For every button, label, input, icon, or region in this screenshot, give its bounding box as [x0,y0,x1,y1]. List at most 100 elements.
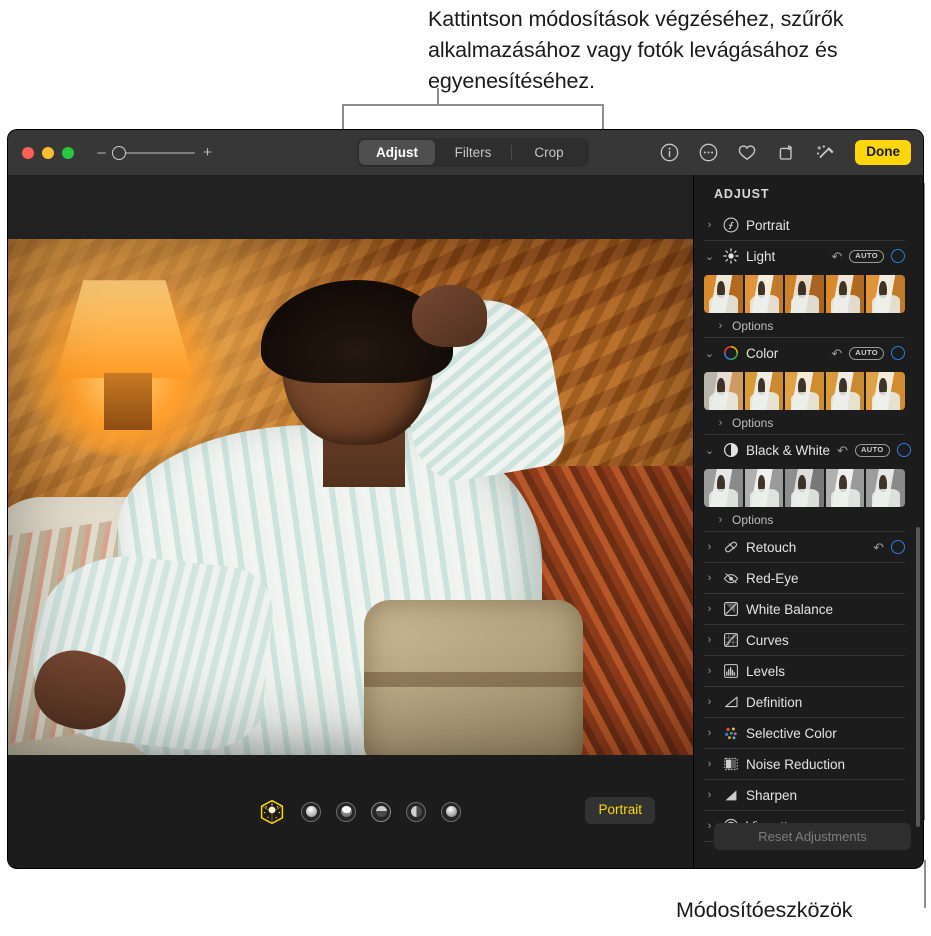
rotate-icon[interactable] [775,142,797,164]
zoom-slider-line [117,151,195,154]
chevron-right-icon[interactable]: › [704,665,715,677]
stage-light-icon[interactable] [371,801,391,822]
thumbnail[interactable] [866,372,905,410]
thumbnail[interactable] [825,372,865,410]
auto-button[interactable]: AUTO [849,346,884,360]
zoom-button[interactable] [62,146,74,159]
high-key-light-icon[interactable] [441,801,461,822]
sidebar-item-levels[interactable]: › Levels [704,655,905,686]
chevron-right-icon[interactable]: › [704,758,715,770]
chevron-down-icon[interactable]: ⌄ [704,347,715,360]
sidebar-item-sharpen[interactable]: › Sharpen [704,779,905,810]
studio-light-icon[interactable] [301,801,321,822]
thumbnail[interactable] [866,275,905,313]
thumbnail[interactable] [744,469,784,507]
sidebar-item-red-eye[interactable]: › Red-Eye [704,562,905,593]
sidebar-item-label: Levels [746,663,786,679]
enable-toggle-knob[interactable] [896,443,911,457]
sidebar-item-noise-reduction[interactable]: › Noise Reduction [704,748,905,779]
color-options-toggle[interactable]: › Options [704,412,905,434]
curves-icon [722,632,739,649]
minimize-button[interactable] [42,146,54,159]
chevron-right-icon[interactable]: › [704,634,715,646]
thumbnail[interactable] [825,275,865,313]
sidebar-item-label: Selective Color [746,725,837,741]
stage-light-mono-icon[interactable] [406,801,426,822]
sidebar-item-portrait[interactable]: › Portrait [704,210,905,240]
zoom-out-icon[interactable]: – [96,145,107,160]
sidebar-scrollbar[interactable] [916,527,920,827]
tab-crop[interactable]: Crop [511,140,587,165]
thumbnail[interactable] [785,372,824,410]
thumbnail[interactable] [785,275,824,313]
chevron-right-icon[interactable]: › [704,541,715,553]
done-button[interactable]: Done [855,140,911,165]
edited-photo[interactable] [8,239,693,755]
sidebar-item-curves[interactable]: › Curves [704,624,905,655]
thumbnail[interactable] [744,275,784,313]
tab-adjust[interactable]: Adjust [359,140,435,165]
sidebar-item-retouch[interactable]: › Retouch ↶ [704,531,905,562]
light-variant-thumbnails[interactable] [704,275,905,313]
color-variant-thumbnails[interactable] [704,372,905,410]
contour-light-icon[interactable] [336,801,356,822]
auto-button[interactable]: AUTO [854,443,890,457]
natural-light-cube-icon[interactable] [258,798,286,826]
chevron-right-icon[interactable]: › [704,572,715,584]
reset-undo-icon[interactable]: ↶ [873,541,884,554]
sidebar-item-black-and-white[interactable]: ⌄ Black & White ↶ AUTO [704,434,911,465]
mode-segmented-control[interactable]: Adjust Filters Crop [357,138,589,167]
sidebar-item-light[interactable]: ⌄ Light ↶ AUTO [704,240,905,271]
close-button[interactable] [22,146,34,159]
chevron-right-icon[interactable]: › [704,696,715,708]
portrait-mode-badge[interactable]: Portrait [585,797,655,824]
chevron-down-icon[interactable]: ⌄ [704,444,715,457]
enable-toggle-knob[interactable] [891,540,905,554]
sidebar-item-selective-color[interactable]: › Selective Color [704,717,905,748]
sidebar-item-label: White Balance [746,601,834,617]
chevron-down-icon[interactable]: ⌄ [704,250,715,263]
more-options-icon[interactable] [697,142,719,164]
chevron-right-icon[interactable]: › [715,417,726,429]
bw-variant-thumbnails[interactable] [704,469,905,507]
sidebar-item-color[interactable]: ⌄ Color ↶ AUTO [704,337,905,368]
tab-filters[interactable]: Filters [435,140,511,165]
reset-undo-icon[interactable]: ↶ [831,250,842,263]
light-options-toggle[interactable]: › Options [704,315,905,337]
enhance-wand-icon[interactable] [814,142,836,164]
enable-toggle-knob[interactable] [891,346,905,360]
callout-bracket-top [342,104,604,132]
reset-undo-icon[interactable]: ↶ [831,347,842,360]
thumbnail[interactable] [744,372,784,410]
reset-undo-icon[interactable]: ↶ [837,444,848,457]
info-icon[interactable] [658,142,680,164]
bw-options-toggle[interactable]: › Options [704,509,905,531]
thumbnail[interactable] [704,469,743,507]
auto-button[interactable]: AUTO [849,249,884,263]
noise-reduction-icon [722,756,739,773]
zoom-slider-track[interactable] [112,145,197,160]
chevron-right-icon[interactable]: › [715,514,726,526]
callout-text-bottom: Módosítóeszközök [676,898,853,922]
zoom-slider-knob[interactable] [112,145,126,160]
favorite-heart-icon[interactable] [736,142,758,164]
chevron-right-icon[interactable]: › [704,603,715,615]
chevron-right-icon[interactable]: › [704,219,715,231]
contrast-circle-icon [722,442,739,459]
reset-adjustments-button[interactable]: Reset Adjustments [714,823,911,850]
row-controls: ↶ [873,540,905,554]
bottom-toolbar: Portrait [8,755,693,868]
chevron-right-icon[interactable]: › [715,320,726,332]
thumbnail[interactable] [866,469,905,507]
sidebar-item-definition[interactable]: › Definition [704,686,905,717]
chevron-right-icon[interactable]: › [704,727,715,739]
sidebar-item-white-balance[interactable]: › White Balance [704,593,905,624]
thumbnail[interactable] [825,469,865,507]
zoom-slider-control[interactable]: – + [96,145,213,160]
thumbnail[interactable] [785,469,824,507]
enable-toggle-knob[interactable] [891,249,905,263]
chevron-right-icon[interactable]: › [704,789,715,801]
thumbnail[interactable] [704,275,743,313]
zoom-in-icon[interactable]: + [202,145,213,160]
thumbnail[interactable] [704,372,743,410]
